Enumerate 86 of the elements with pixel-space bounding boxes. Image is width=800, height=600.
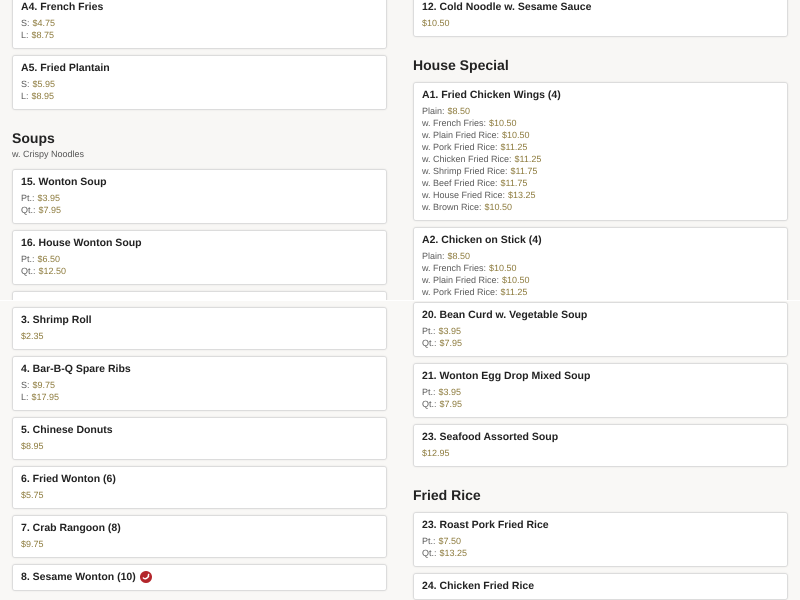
price: $8.75 [32, 29, 54, 41]
price: $4.75 [32, 17, 56, 29]
dish-name: 8. Sesame Wonton (10) [21, 571, 136, 583]
dish-name: 24. Chicken Fried Rice [422, 580, 534, 592]
size-label: Qt.: [422, 398, 437, 410]
size-label: S: [21, 17, 30, 29]
dish-name: 4. Bar-B-Q Spare Ribs [21, 363, 131, 375]
size-label: L: [21, 29, 29, 41]
size-label: w. Plain Fried Rice: [422, 129, 500, 141]
section-heading: Soups [12, 130, 56, 146]
price: $8.50 [448, 250, 470, 262]
size-label: S: [21, 379, 30, 391]
dish-name: 3. Shrimp Roll [21, 314, 92, 326]
dish-name: 20. Bean Curd w. Vegetable Soup [422, 309, 588, 321]
price: $10.50 [502, 274, 530, 286]
size-label: Pt.: [422, 325, 436, 337]
size-label: Qt.: [21, 265, 36, 277]
price: $11.75 [500, 177, 528, 189]
price: $10.50 [489, 262, 517, 274]
size-label: Qt.: [422, 547, 437, 559]
size-label: w. French Fries: [422, 117, 486, 129]
price: $7.95 [440, 337, 462, 349]
price: $2.35 [21, 330, 44, 342]
size-label: Plain: [422, 250, 445, 262]
price: $12.95 [422, 447, 450, 459]
price: $3.95 [438, 325, 462, 337]
price: $6.50 [38, 253, 60, 265]
price: $17.95 [32, 391, 60, 403]
dish-name: 23. Seafood Assorted Soup [422, 431, 558, 443]
price: $10.50 [489, 117, 517, 129]
size-label: Qt.: [21, 204, 36, 216]
price: $11.25 [500, 141, 528, 153]
dish-name: 21. Wonton Egg Drop Mixed Soup [422, 370, 590, 382]
section-note: w. Crispy Noodles [12, 149, 86, 160]
price: $11.25 [500, 286, 528, 298]
size-label: w. Shrimp Fried Rice: [422, 165, 508, 177]
price: $12.50 [38, 265, 66, 277]
price: $8.95 [32, 90, 54, 102]
dish-name: A1. Fried Chicken Wings (4) [422, 89, 561, 101]
section-heading: House Special [413, 57, 510, 73]
size-label: w. Pork Fried Rice: [422, 286, 498, 298]
dish-name: A4. French Fries [21, 1, 104, 13]
size-label: w. House Fried Rice: [422, 189, 506, 201]
price: $7.95 [38, 204, 62, 216]
dish-name: 5. Chinese Donuts [21, 424, 113, 436]
size-label: Pt.: [422, 535, 436, 547]
size-label: Qt.: [422, 337, 437, 349]
price: $13.25 [508, 189, 536, 201]
size-label: L: [21, 90, 29, 102]
dish-name: 6. Fried Wonton (6) [21, 473, 116, 485]
size-label: w. Plain Fried Rice: [422, 274, 500, 286]
size-label: Plain: [422, 105, 445, 117]
price: $5.75 [21, 489, 44, 501]
dish-name: 16. House Wonton Soup [21, 237, 142, 249]
price: $11.25 [514, 153, 542, 165]
dish-name: 23. Roast Pork Fried Rice [422, 519, 549, 531]
price: $9.75 [21, 538, 44, 550]
price: $5.95 [32, 78, 56, 90]
size-label: w. Pork Fried Rice: [422, 141, 498, 153]
price: $7.95 [440, 398, 462, 410]
price: $11.75 [510, 165, 538, 177]
price: $7.50 [438, 535, 462, 547]
price: $10.50 [502, 129, 530, 141]
price: $3.95 [438, 386, 462, 398]
size-label: w. Chicken Fried Rice: [422, 153, 512, 165]
size-label: L: [21, 391, 29, 403]
dish-name: 7. Crab Rangoon (8) [21, 522, 121, 534]
price: $10.50 [484, 201, 512, 213]
dish-name: A5. Fried Plantain [21, 62, 110, 74]
section-heading: Fried Rice [413, 487, 482, 503]
price: $3.95 [38, 192, 60, 204]
size-label: S: [21, 78, 30, 90]
size-label: w. Brown Rice: [422, 201, 482, 213]
size-label: Pt.: [422, 386, 436, 398]
price: $8.50 [448, 105, 470, 117]
dish-name: 12. Cold Noodle w. Sesame Sauce [422, 1, 592, 13]
price: $10.50 [422, 17, 450, 29]
price: $9.75 [32, 379, 56, 391]
size-label: Pt.: [21, 253, 35, 265]
size-label: Pt.: [21, 192, 35, 204]
price: $13.25 [440, 547, 468, 559]
size-label: w. Beef Fried Rice: [422, 177, 498, 189]
dish-name: 15. Wonton Soup [21, 176, 107, 188]
size-label: w. French Fries: [422, 262, 486, 274]
dish-name: A2. Chicken on Stick (4) [422, 234, 542, 246]
price: $8.95 [21, 440, 44, 452]
